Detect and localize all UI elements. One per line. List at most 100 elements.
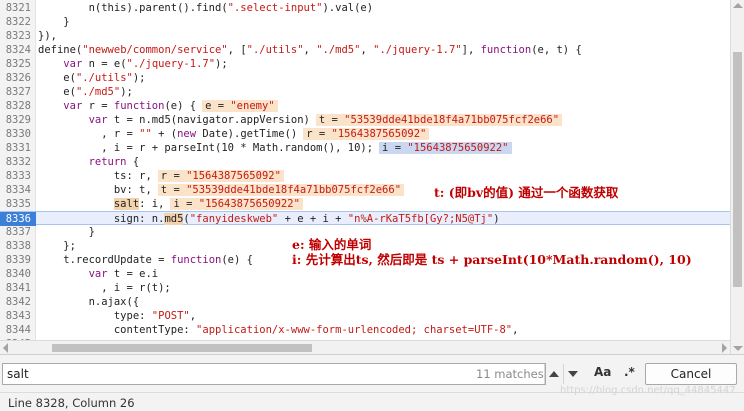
horizontal-scroll-thumb[interactable] — [52, 344, 312, 352]
line-number[interactable]: 8327 — [0, 85, 31, 99]
code-line[interactable]: 8330 , r = "" + (new Date).getTime() r = … — [0, 127, 730, 141]
scroll-left-arrow-icon[interactable] — [3, 343, 8, 353]
line-number[interactable]: 8325 — [0, 57, 31, 71]
code-line[interactable]: 8329 var t = n.md5(navigator.appVersion)… — [0, 113, 730, 127]
code-token: "n%A-rKaT5fb[Gy?;N5@Tj" — [347, 213, 494, 225]
scroll-right-arrow-icon[interactable] — [722, 343, 727, 353]
match-case-toggle[interactable]: Aa — [594, 365, 611, 379]
code-token: Date).getTime() — [196, 128, 298, 140]
code-text[interactable]: salt: i, i = "15643875650922" — [38, 197, 303, 211]
code-text[interactable]: var t = e.i — [38, 267, 159, 281]
code-text[interactable]: type: "POST", — [38, 309, 196, 323]
line-number[interactable]: 8334 — [0, 183, 31, 197]
line-number[interactable]: 8340 — [0, 267, 31, 281]
code-text[interactable]: e("./md5"); — [38, 85, 133, 99]
code-text[interactable]: }), — [38, 29, 57, 43]
code-line[interactable]: 8328 var r = function(e) {e = "enemy" — [0, 99, 730, 113]
line-number[interactable]: 8322 — [0, 15, 31, 29]
line-number[interactable]: 8339 — [0, 253, 31, 267]
line-number[interactable]: 8329 — [0, 113, 31, 127]
code-token: ); — [132, 72, 146, 84]
code-text[interactable]: } — [38, 15, 69, 29]
line-number[interactable]: 8338 — [0, 239, 31, 253]
line-number[interactable]: 8321 — [0, 1, 31, 15]
line-number[interactable]: 8330 — [0, 127, 31, 141]
line-number[interactable]: 8332 — [0, 155, 31, 169]
code-text[interactable]: n.ajax({ — [38, 295, 140, 309]
search-highlight: salt — [113, 198, 140, 210]
code-editor[interactable]: 8321 n(this).parent().find(".select-inpu… — [0, 0, 730, 340]
code-text[interactable]: t.recordUpdate = function(e) { — [38, 253, 253, 267]
code-text[interactable]: var n = e("./jquery-1.7"); — [38, 57, 227, 71]
code-token: t = n.md5(navigator.appVersion) — [107, 114, 310, 126]
code-line[interactable]: 8333 ts: r, r = "1564387565092" — [0, 169, 730, 183]
code-token: } — [38, 226, 95, 238]
line-number[interactable]: 8344 — [0, 323, 31, 337]
line-number[interactable]: 8335 — [0, 197, 31, 211]
code-text[interactable]: , r = "" + (new Date).getTime() r = "1564… — [38, 127, 430, 141]
line-number[interactable]: 8336 — [0, 212, 36, 226]
cancel-button[interactable]: Cancel — [645, 363, 737, 385]
line-number[interactable]: 8342 — [0, 295, 31, 309]
line-number[interactable]: 8337 — [0, 225, 31, 239]
code-text[interactable]: }; — [38, 239, 76, 253]
code-token: }; — [38, 240, 76, 252]
code-line[interactable]: 8326 e("./utils"); — [0, 71, 730, 85]
line-number[interactable]: 8323 — [0, 29, 31, 43]
regex-toggle[interactable]: .* — [624, 365, 635, 379]
code-text[interactable]: var r = function(e) {e = "enemy" — [38, 99, 278, 113]
line-number[interactable]: 8333 — [0, 169, 31, 183]
code-line[interactable]: 8344 contentType: "application/x-www-for… — [0, 323, 730, 337]
code-text[interactable]: contentType: "application/x-www-form-url… — [38, 323, 519, 337]
code-text[interactable]: sign: n.md5("fanyideskweb" + e + i + "n%… — [38, 212, 500, 226]
code-text[interactable]: return { — [38, 155, 140, 169]
line-number[interactable]: 8331 — [0, 141, 31, 155]
code-token: "./md5" — [75, 86, 121, 98]
code-line[interactable]: 8332 return { — [0, 155, 730, 169]
line-number[interactable]: 8341 — [0, 281, 31, 295]
code-line[interactable]: 8325 var n = e("./jquery-1.7"); — [0, 57, 730, 71]
code-text[interactable]: define("newweb/common/service", ["./util… — [38, 43, 582, 57]
horizontal-scrollbar[interactable] — [0, 340, 730, 354]
code-token: ], — [461, 44, 481, 56]
code-text[interactable]: } — [38, 225, 95, 239]
line-number[interactable]: 8324 — [0, 43, 31, 57]
scroll-up-arrow-icon[interactable] — [733, 3, 743, 8]
code-token: function — [113, 100, 165, 112]
line-number[interactable]: 8343 — [0, 309, 31, 323]
next-match-button[interactable] — [563, 364, 581, 384]
vertical-scrollbar[interactable] — [730, 0, 744, 354]
code-text[interactable]: ts: r, r = "1564387565092" — [38, 169, 284, 183]
code-line[interactable]: 8323}), — [0, 29, 730, 43]
code-line[interactable]: 8321 n(this).parent().find(".select-inpu… — [0, 1, 730, 15]
code-line[interactable]: 8331 , i = r + parseInt(10 * Math.random… — [0, 141, 730, 155]
match-count: 11 matches — [476, 367, 544, 381]
search-input[interactable]: salt — [2, 363, 546, 385]
code-text[interactable]: bv: t, t = "53539dde41bde18f4a71bb075fcf2… — [38, 183, 405, 197]
line-number[interactable]: 8328 — [0, 99, 31, 113]
code-line[interactable]: 8343 type: "POST", — [0, 309, 730, 323]
code-text[interactable]: e("./utils"); — [38, 71, 146, 85]
code-line[interactable]: 8341 , i = r(t); — [0, 281, 730, 295]
line-number[interactable]: 8326 — [0, 71, 31, 85]
code-line[interactable]: 8322 } — [0, 15, 730, 29]
inline-value-popup: t = "53539dde41bde18f4a71bb075fcf2e66" — [157, 184, 405, 196]
code-token: t = e.i — [107, 268, 159, 280]
code-text[interactable]: , i = r(t); — [38, 281, 171, 295]
code-line[interactable]: 8324 define("newweb/common/service", ["./… — [0, 43, 730, 57]
code-text[interactable]: var t = n.md5(navigator.appVersion) t = "… — [38, 113, 563, 127]
code-line[interactable]: 8336 sign: n.md5("fanyideskweb" + e + i … — [0, 211, 730, 226]
scroll-down-arrow-icon[interactable] — [733, 346, 743, 351]
code-line[interactable]: 8327 e("./md5"); — [0, 85, 730, 99]
code-token: var — [88, 268, 108, 280]
code-token: (e) { — [164, 100, 197, 112]
code-text[interactable]: n(this).parent().find(".select-input").v… — [38, 1, 374, 15]
code-line[interactable]: 8342 n.ajax({ — [0, 295, 730, 309]
code-token: , — [189, 310, 197, 322]
code-text[interactable]: , i = r + parseInt(10 * Math.random(), 1… — [38, 141, 512, 155]
vertical-scroll-thumb[interactable] — [733, 52, 742, 287]
code-line[interactable]: 8334 bv: t, t = "53539dde41bde18f4a71bb07… — [0, 183, 730, 197]
code-line[interactable]: 8335 salt: i, i = "15643875650922" — [0, 197, 730, 211]
code-line[interactable]: 8340 var t = e.i — [0, 267, 730, 281]
previous-match-button[interactable] — [544, 364, 562, 384]
